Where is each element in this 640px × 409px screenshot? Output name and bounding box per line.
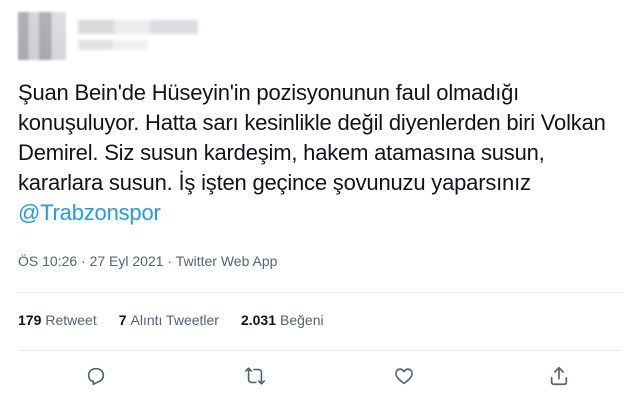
quotes-count: 7 <box>118 312 127 328</box>
divider <box>18 292 622 293</box>
retweets-count: 179 <box>18 312 42 328</box>
tweet-body: Şuan Bein'de Hüseyin'in pozisyonunun fau… <box>18 80 606 195</box>
retweet-icon <box>245 367 265 385</box>
tweet-author-header <box>18 12 398 60</box>
quotes-stat[interactable]: 7 Alıntı Tweetler <box>119 312 219 328</box>
reply-button[interactable] <box>80 360 112 392</box>
share-button[interactable] <box>543 360 575 392</box>
retweets-label: Retweet <box>45 312 97 328</box>
reply-icon <box>87 367 105 386</box>
like-button[interactable] <box>388 360 420 392</box>
blurred-avatar <box>18 12 66 60</box>
divider <box>18 350 622 351</box>
blurred-username <box>78 40 148 50</box>
blurred-display-name <box>78 20 198 34</box>
quotes-label: Alıntı Tweetler <box>130 312 219 328</box>
share-icon <box>550 366 568 386</box>
tweet-text: Şuan Bein'de Hüseyin'in pozisyonunun fau… <box>18 78 618 228</box>
likes-count: 2.031 <box>240 312 277 328</box>
tweet-timestamp[interactable]: ÖS 10:26 · 27 Eyl 2021 · Twitter Web App <box>18 253 277 269</box>
retweet-button[interactable] <box>239 360 271 392</box>
retweets-stat[interactable]: 179 Retweet <box>18 312 97 328</box>
tweet-actions <box>0 360 640 392</box>
likes-stat[interactable]: 2.031 Beğeni <box>241 312 324 328</box>
mention-link[interactable]: @Trabzonspor <box>18 200 161 225</box>
tweet-stats: 179 Retweet 7 Alıntı Tweetler 2.031 Beğeni <box>18 312 324 328</box>
likes-label: Beğeni <box>280 312 324 328</box>
heart-icon <box>395 368 413 385</box>
